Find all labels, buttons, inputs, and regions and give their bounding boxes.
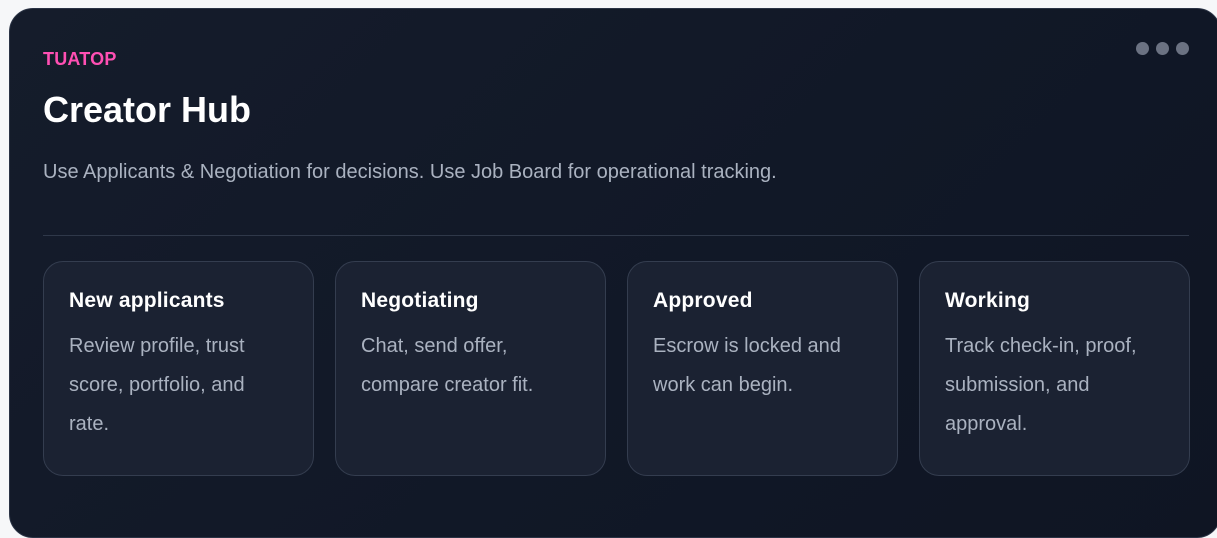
stage-card-description: Escrow is locked and work can begin. xyxy=(653,335,841,396)
more-menu-icon[interactable] xyxy=(1136,42,1189,55)
menu-dot xyxy=(1156,42,1169,55)
stage-cards: New applicants Review profile, trust sco… xyxy=(43,261,1190,476)
stage-card-approved: Approved Escrow is locked and work can b… xyxy=(627,261,898,476)
menu-dot xyxy=(1136,42,1149,55)
menu-dot xyxy=(1176,42,1189,55)
brand-label: TUATOP xyxy=(43,49,117,69)
stage-card-title: Working xyxy=(945,289,1031,312)
stage-card-title: Approved xyxy=(653,289,753,312)
stage-card-negotiating: Negotiating Chat, send offer, compare cr… xyxy=(335,261,606,476)
stage-card-working: Working Track check-in, proof, submissio… xyxy=(919,261,1190,476)
stage-card-new-applicants: New applicants Review profile, trust sco… xyxy=(43,261,314,476)
page-subtitle: Use Applicants & Negotiation for decisio… xyxy=(43,161,777,183)
page-title: Creator Hub xyxy=(43,89,252,130)
stage-card-description: Chat, send offer, compare creator fit. xyxy=(361,335,534,396)
stage-card-title: Negotiating xyxy=(361,289,479,312)
stage-card-description: Review profile, trust score, portfolio, … xyxy=(69,335,245,435)
divider xyxy=(43,235,1189,236)
stage-card-description: Track check-in, proof, submission, and a… xyxy=(945,335,1137,435)
creator-hub-panel: TUATOP Creator Hub Use Applicants & Nego… xyxy=(9,8,1217,538)
stage-card-title: New applicants xyxy=(69,289,225,312)
